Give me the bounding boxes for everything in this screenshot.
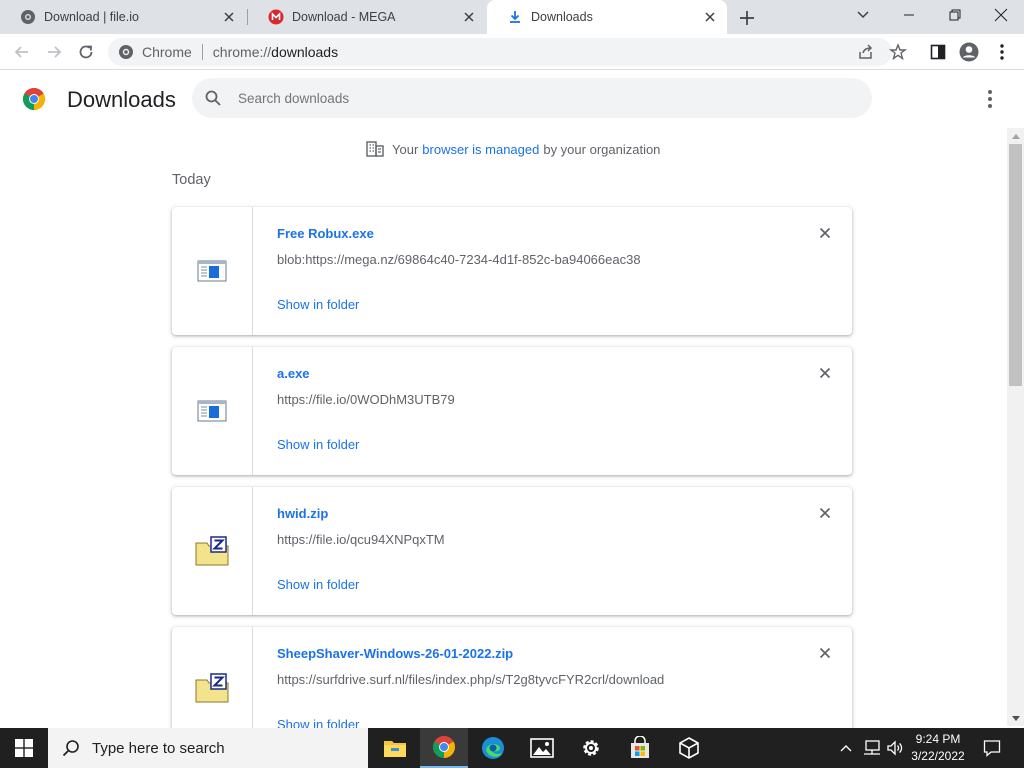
downloads-header: Downloads <box>0 70 1024 128</box>
close-tab-icon[interactable] <box>462 10 476 24</box>
address-bar[interactable]: Chrome chrome:// downloads <box>108 38 892 66</box>
search-downloads-box[interactable] <box>192 78 872 118</box>
scroll-down-arrow-icon[interactable] <box>1009 712 1022 724</box>
tab-title: Download | file.io <box>44 10 139 24</box>
download-item: SheepShaver-Windows-26-01-2022.zip https… <box>172 627 852 732</box>
chrome-taskbar-icon[interactable] <box>420 728 468 768</box>
tray-chevron-icon[interactable] <box>836 728 856 768</box>
back-arrow-icon[interactable] <box>12 42 32 62</box>
page-title: Downloads <box>67 87 176 112</box>
chrome-menu-icon[interactable] <box>992 42 1012 62</box>
omnibox-divider <box>201 44 203 60</box>
photos-icon[interactable] <box>518 728 566 768</box>
mega-icon <box>268 9 284 25</box>
minimize-icon[interactable] <box>886 0 932 30</box>
taskbar-search-placeholder: Type here to search <box>92 739 225 757</box>
exe-window-icon <box>172 207 253 335</box>
zip-folder-icon <box>172 627 253 728</box>
download-source-url: https://file.io/0WODhM3UTB79 <box>277 392 455 407</box>
search-icon <box>62 739 80 757</box>
download-file-name[interactable]: SheepShaver-Windows-26-01-2022.zip <box>277 646 513 661</box>
remove-download-icon[interactable] <box>817 505 833 521</box>
managed-notice: Your browser is managed by your organiza… <box>366 140 660 158</box>
network-icon[interactable] <box>861 728 883 768</box>
bookmark-star-icon[interactable] <box>888 42 908 62</box>
show-in-folder-link[interactable]: Show in folder <box>277 577 359 592</box>
tab-strip: Download | file.io Download - MEGA Downl… <box>0 0 1024 34</box>
managed-link[interactable]: browser is managed <box>422 142 539 157</box>
store-icon[interactable] <box>616 728 664 768</box>
volume-icon[interactable] <box>884 728 906 768</box>
download-source-url: https://surfdrive.surf.nl/files/index.ph… <box>277 672 665 687</box>
remove-download-icon[interactable] <box>817 225 833 241</box>
tab-fileio[interactable]: Download | file.io <box>0 0 246 34</box>
edge-icon[interactable] <box>469 728 517 768</box>
profile-avatar-icon[interactable] <box>959 42 979 62</box>
exe-window-icon <box>172 347 253 475</box>
download-source-url: blob:https://mega.nz/69864c40-7234-4d1f-… <box>277 252 641 267</box>
windows-taskbar: Type here to search 9:24 PM 3/22/2022 <box>0 728 1024 768</box>
windows-start-icon[interactable] <box>0 728 48 768</box>
clock-date: 3/22/2022 <box>911 749 965 763</box>
tab-search-icon[interactable] <box>840 0 886 30</box>
reload-icon[interactable] <box>76 42 96 62</box>
close-window-icon[interactable] <box>978 0 1024 30</box>
download-arrow-icon <box>507 9 523 25</box>
search-icon <box>204 89 222 107</box>
zip-folder-icon <box>172 487 253 615</box>
download-item: a.exe https://file.io/0WODhM3UTB79 Show … <box>172 347 852 475</box>
download-file-name[interactable]: Free Robux.exe <box>277 226 374 241</box>
side-panel-icon[interactable] <box>928 42 948 62</box>
tab-title: Download - MEGA <box>292 10 396 24</box>
chrome-logo-icon <box>22 87 46 111</box>
scrollbar-thumb[interactable] <box>1009 144 1022 386</box>
remove-download-icon[interactable] <box>817 645 833 661</box>
show-in-folder-link[interactable]: Show in folder <box>277 297 359 312</box>
clock-time: 9:24 PM <box>915 732 961 746</box>
new-tab-icon[interactable] <box>736 7 758 29</box>
url-scheme: chrome:// <box>212 44 272 60</box>
site-chip-label: Chrome <box>142 44 192 60</box>
notifications-icon[interactable] <box>978 728 1006 768</box>
taskbar-search-box[interactable]: Type here to search <box>48 728 368 768</box>
download-file-name[interactable]: a.exe <box>277 366 310 381</box>
taskbar-clock[interactable]: 9:24 PM 3/22/2022 <box>905 731 971 765</box>
chrome-site-icon <box>118 44 134 60</box>
downloads-menu-icon[interactable] <box>980 88 1000 110</box>
forward-arrow-icon[interactable] <box>44 42 64 62</box>
settings-gear-icon[interactable] <box>567 728 615 768</box>
download-file-name[interactable]: hwid.zip <box>277 506 328 521</box>
managed-suffix: by your organization <box>543 141 661 157</box>
managed-prefix: Your <box>392 141 419 157</box>
browser-toolbar: Chrome chrome:// downloads <box>0 34 1024 70</box>
close-tab-icon[interactable] <box>703 10 717 24</box>
file-explorer-icon[interactable] <box>371 728 419 768</box>
tab-title: Downloads <box>531 10 593 24</box>
share-icon[interactable] <box>856 42 876 62</box>
date-section-heading: Today <box>172 172 211 188</box>
tab-mega[interactable]: Download - MEGA <box>248 0 486 34</box>
globe-icon <box>20 9 36 25</box>
show-in-folder-link[interactable]: Show in folder <box>277 437 359 452</box>
url-path: downloads <box>271 44 339 60</box>
restore-icon[interactable] <box>932 0 978 30</box>
3d-box-icon[interactable] <box>665 728 713 768</box>
remove-download-icon[interactable] <box>817 365 833 381</box>
search-downloads-input[interactable] <box>238 90 838 106</box>
download-item: hwid.zip https://file.io/qcu94XNPqxTM Sh… <box>172 487 852 615</box>
close-tab-icon[interactable] <box>222 10 236 24</box>
download-item: Free Robux.exe blob:https://mega.nz/6986… <box>172 207 852 335</box>
tab-downloads[interactable]: Downloads <box>487 0 727 34</box>
scroll-up-arrow-icon[interactable] <box>1009 130 1022 142</box>
building-icon <box>366 141 384 157</box>
download-source-url: https://file.io/qcu94XNPqxTM <box>277 532 445 547</box>
